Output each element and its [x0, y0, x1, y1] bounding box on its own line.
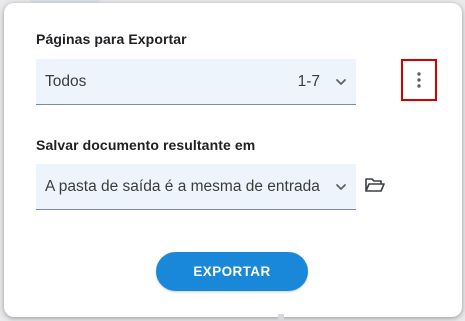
- pages-to-export-label: Páginas para Exportar: [36, 31, 187, 47]
- more-vertical-icon: [417, 72, 421, 88]
- export-button[interactable]: EXPORTAR: [156, 252, 308, 291]
- background-edge: [278, 314, 284, 321]
- pages-select[interactable]: Todos 1-7: [36, 59, 356, 105]
- chevron-down-icon: [336, 184, 346, 190]
- output-folder-select[interactable]: A pasta de saída é a mesma de entrada: [36, 164, 356, 210]
- pages-select-value: Todos: [45, 73, 87, 90]
- browse-folder-button[interactable]: [364, 176, 390, 198]
- more-options-button[interactable]: [401, 59, 437, 101]
- save-location-label: Salvar documento resultante em: [36, 137, 256, 153]
- export-dialog: Páginas para Exportar Todos 1-7 Salvar d…: [4, 3, 462, 317]
- chevron-down-icon: [336, 79, 346, 85]
- pages-range-value: 1-7: [297, 73, 320, 90]
- folder-open-icon: [365, 178, 385, 192]
- output-folder-value: A pasta de saída é a mesma de entrada: [45, 178, 320, 195]
